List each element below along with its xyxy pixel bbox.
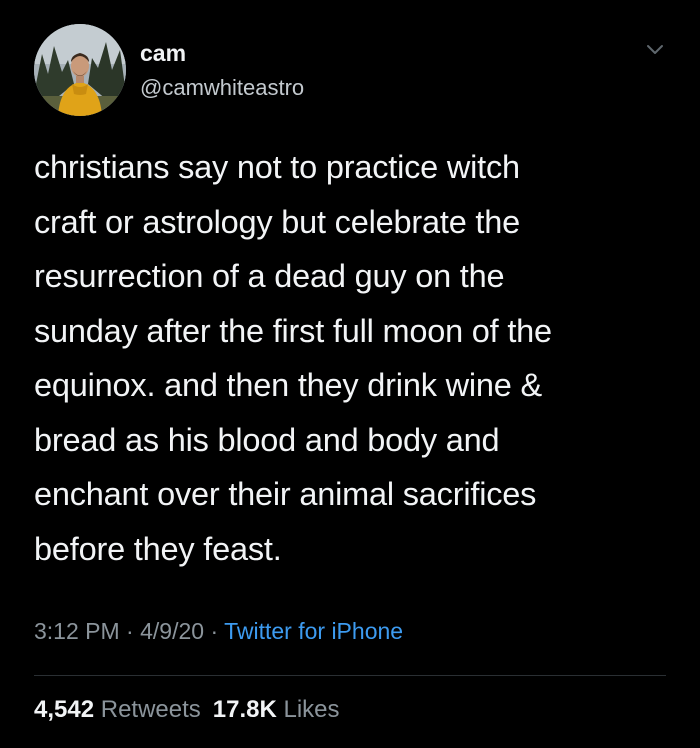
chevron-down-icon[interactable]	[644, 38, 666, 60]
tweet-meta: 3:12 PM · 4/9/20 · Twitter for iPhone	[34, 618, 403, 645]
likes-stat[interactable]: 17.8K Likes	[213, 696, 340, 723]
tweet-line: before they feast.	[34, 530, 282, 567]
user-handle[interactable]: @camwhiteastro	[140, 75, 304, 101]
divider	[34, 675, 666, 676]
tweet-line: craft or astrology but celebrate the	[34, 203, 520, 240]
meta-separator: ·	[119, 618, 141, 644]
display-name[interactable]: cam	[140, 40, 186, 67]
tweet-line: sunday after the first full moon of the	[34, 312, 552, 349]
tweet-stats: 4,542 Retweets 17.8K Likes	[34, 696, 340, 724]
retweets-label: Retweets	[100, 696, 201, 723]
tweet-line: bread as his blood and body and	[34, 421, 500, 458]
tweet-time[interactable]: 3:12 PM	[34, 618, 120, 644]
tweet-line: enchant over their animal sacrifices	[34, 476, 537, 512]
tweet-text: christians say not to practice witch cra…	[34, 140, 674, 576]
avatar-photo	[34, 24, 126, 116]
avatar[interactable]	[34, 24, 126, 116]
likes-count: 17.8K	[212, 696, 277, 723]
likes-label: Likes	[283, 696, 340, 723]
retweets-stat[interactable]: 4,542 Retweets	[34, 696, 201, 723]
tweet-date[interactable]: 4/9/20	[140, 618, 204, 644]
tweet-line: resurrection of a dead guy on the	[34, 258, 505, 294]
meta-separator: ·	[204, 618, 225, 644]
tweet-source-link[interactable]: Twitter for iPhone	[224, 618, 403, 644]
retweets-count: 4,542	[34, 696, 95, 723]
tweet-line: equinox. and then they drink wine &	[34, 367, 542, 403]
tweet-line: christians say not to practice witch	[34, 149, 520, 185]
tweet-header: cam @camwhiteastro	[34, 24, 674, 120]
